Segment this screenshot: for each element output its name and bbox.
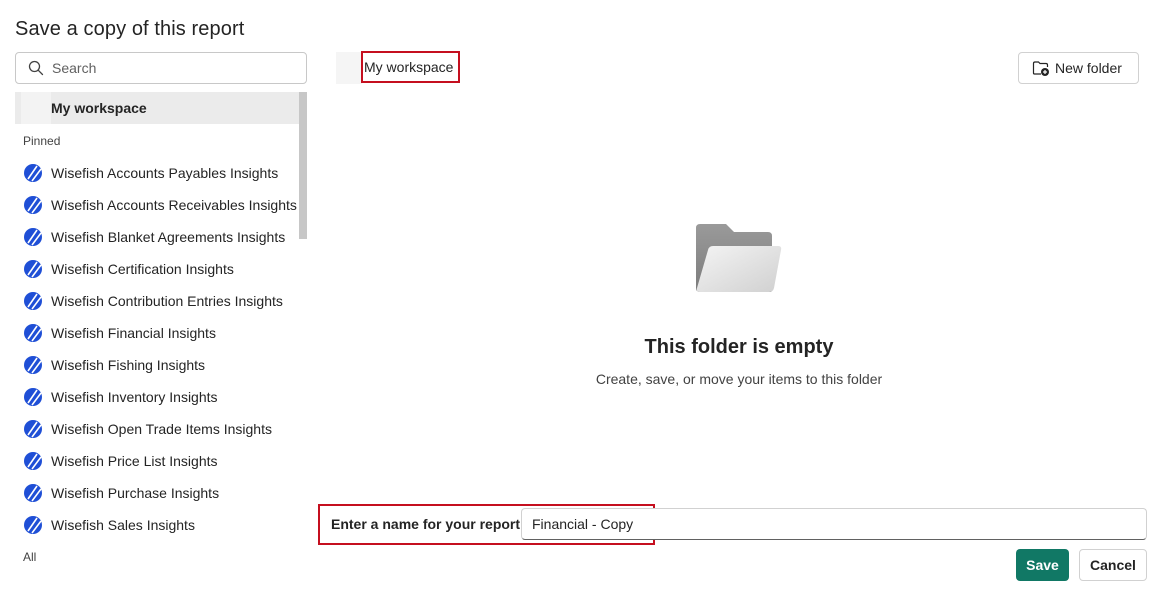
dialog-title: Save a copy of this report [15,18,245,40]
semantic-model-icon [24,292,42,310]
nav-item-my-workspace[interactable]: My workspace [15,92,299,124]
semantic-model-icon [24,420,42,438]
workspace-icon [21,92,51,124]
nav-item-label: My workspace [51,100,147,116]
nav-item-report[interactable]: Wisefish Inventory Insights [23,381,299,413]
nav-item-report[interactable]: Wisefish Accounts Receivables Insights [23,189,299,221]
nav-item-report[interactable]: Wisefish Open Trade Items Insights [23,413,299,445]
empty-state: This folder is empty Create, save, or mo… [589,220,889,387]
semantic-model-icon [24,516,42,534]
semantic-model-icon [24,196,42,214]
nav-item-label: Wisefish Accounts Payables Insights [51,165,279,181]
nav-item-report[interactable]: Wisefish Blanket Agreements Insights [23,221,299,253]
search-icon [28,60,44,76]
nav-item-report[interactable]: Wisefish Fishing Insights [23,349,299,381]
nav-item-report[interactable]: Wisefish Accounts Payables Insights [23,157,299,189]
empty-folder-icon [696,224,782,292]
semantic-model-icon [24,164,42,182]
report-name-label: Enter a name for your report [331,516,521,532]
semantic-model-icon [24,484,42,502]
empty-title: This folder is empty [644,336,834,358]
nav-item-label: Wisefish Price List Insights [51,453,218,469]
nav-item-label: Wisefish Accounts Receivables Insights [51,197,297,213]
search-box[interactable] [15,52,307,84]
new-folder-icon [1032,61,1049,76]
nav-item-report[interactable]: Wisefish Sales Insights [23,509,299,541]
nav-item-label: Wisefish Blanket Agreements Insights [51,229,286,245]
semantic-model-icon [24,228,42,246]
semantic-model-icon [24,388,42,406]
new-folder-button[interactable]: New folder [1018,52,1139,84]
workspace-icon [336,52,362,84]
semantic-model-icon [24,260,42,278]
nav-item-report[interactable]: Wisefish Purchase Insights [23,477,299,509]
semantic-model-icon [24,452,42,470]
semantic-model-icon [24,324,42,342]
nav-item-label: Wisefish Contribution Entries Insights [51,293,283,309]
breadcrumb[interactable]: My workspace [361,51,460,83]
nav-item-report[interactable]: Wisefish Financial Insights [23,317,299,349]
nav-item-label: Wisefish Open Trade Items Insights [51,421,272,437]
workspace-nav: My workspace Pinned Wisefish Accounts Pa… [15,92,307,572]
report-name-input[interactable] [521,508,1147,540]
nav-item-report[interactable]: Wisefish Certification Insights [23,253,299,285]
empty-subtitle: Create, save, or move your items to this… [595,371,883,387]
all-section-label: All [23,550,37,564]
nav-item-label: Wisefish Certification Insights [51,261,234,277]
nav-scrollbar[interactable] [299,92,307,239]
nav-item-label: Wisefish Fishing Insights [51,357,206,373]
nav-item-label: Wisefish Sales Insights [51,517,195,533]
save-button[interactable]: Save [1016,549,1069,581]
new-folder-label: New folder [1055,60,1122,76]
nav-item-report[interactable]: Wisefish Price List Insights [23,445,299,477]
cancel-button[interactable]: Cancel [1079,549,1147,581]
nav-item-label: Wisefish Financial Insights [51,325,216,341]
nav-item-report[interactable]: Wisefish Contribution Entries Insights [23,285,299,317]
pinned-section-label: Pinned [23,134,61,148]
nav-item-label: Wisefish Inventory Insights [51,389,218,405]
semantic-model-icon [24,356,42,374]
search-input[interactable] [52,60,292,76]
nav-item-label: Wisefish Purchase Insights [51,485,220,501]
